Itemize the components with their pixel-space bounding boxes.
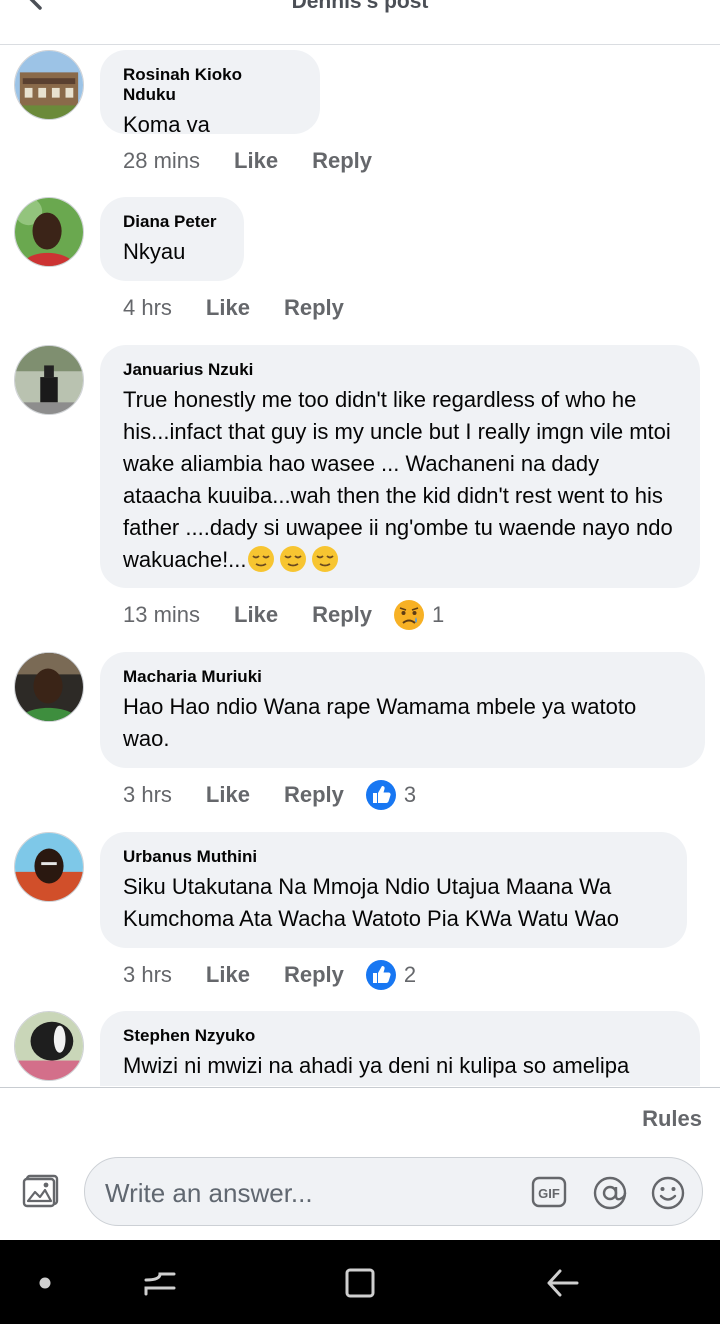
like-button[interactable]: Like xyxy=(206,295,250,321)
reply-button[interactable]: Reply xyxy=(284,782,344,808)
reaction-summary[interactable]: 3 xyxy=(364,778,416,812)
comment-text: Mwizi ni mwizi na ahadi ya deni ni kulip… xyxy=(123,1053,630,1078)
relieved-face-icon xyxy=(311,546,343,572)
svg-text:GIF: GIF xyxy=(538,1186,560,1201)
comment-author[interactable]: Stephen Nzyuko xyxy=(123,1026,678,1046)
comment-author[interactable]: Urbanus Muthini xyxy=(123,847,665,867)
home-icon[interactable] xyxy=(344,1267,376,1299)
reply-button[interactable]: Reply xyxy=(312,148,372,174)
reaction-count: 1 xyxy=(432,602,445,627)
comment-author[interactable]: Januarius Nzuki xyxy=(123,360,678,380)
comment-bubble[interactable]: Urbanus Muthini Siku Utakutana Na Mmoja … xyxy=(100,832,687,948)
reaction-count: 2 xyxy=(403,962,417,987)
comment-text: Nkyau xyxy=(123,239,186,264)
comment-time[interactable]: 3 hrs xyxy=(123,962,172,988)
comment-actions: 13 mins Like Reply 1 xyxy=(123,598,444,632)
avatar[interactable] xyxy=(14,832,84,902)
reply-button[interactable]: Reply xyxy=(312,602,372,628)
comment-bubble[interactable]: Macharia Muriuki Hao Hao ndio Wana rape … xyxy=(100,652,705,768)
comment-text: Hao Hao ndio Wana rape Wamama mbele ya w… xyxy=(123,694,637,751)
avatar[interactable] xyxy=(14,1011,84,1081)
gif-icon[interactable]: GIF xyxy=(531,1175,567,1209)
avatar[interactable] xyxy=(14,652,84,722)
thumbs-up-icon xyxy=(365,960,396,990)
nav-dot-icon[interactable] xyxy=(38,1276,52,1290)
avatar[interactable] xyxy=(14,197,84,267)
reaction-summary[interactable]: 2 xyxy=(364,958,416,992)
reply-button[interactable]: Reply xyxy=(284,295,344,321)
comment-bubble[interactable]: Diana Peter Nkyau xyxy=(100,197,244,281)
recent-apps-icon[interactable] xyxy=(144,1266,176,1300)
comment-author[interactable]: Rosinah Kioko Nduku xyxy=(123,65,298,105)
avatar[interactable] xyxy=(14,345,84,415)
comment-time[interactable]: 4 hrs xyxy=(123,295,172,321)
comment-text: Siku Utakutana Na Mmoja Ndio Utajua Maan… xyxy=(123,874,619,931)
like-button[interactable]: Like xyxy=(206,962,250,988)
comment-text: Koma va xyxy=(123,112,210,137)
comment-time[interactable]: 3 hrs xyxy=(123,782,172,808)
emoji-icon[interactable] xyxy=(650,1175,686,1211)
top-bar: Dennis's post xyxy=(0,0,720,45)
comment-bubble[interactable]: Stephen Nzyuko Mwizi ni mwizi na ahadi y… xyxy=(100,1011,700,1086)
comment-bubble[interactable]: Rosinah Kioko Nduku Koma va xyxy=(100,50,320,137)
photo-icon[interactable] xyxy=(22,1174,60,1208)
rules-link[interactable]: Rules xyxy=(642,1106,702,1132)
comment-time[interactable]: 28 mins xyxy=(123,148,200,174)
comment-actions: 4 hrs Like Reply xyxy=(123,291,378,325)
comment-text-body: True honestly me too didn't like regardl… xyxy=(123,387,673,572)
comment-list[interactable]: Rosinah Kioko Nduku Koma va 28 mins Like… xyxy=(0,45,720,1086)
comment-bubble[interactable]: Januarius Nzuki True honestly me too did… xyxy=(100,345,700,588)
back-icon[interactable] xyxy=(545,1267,579,1299)
relieved-face-icon xyxy=(279,546,311,572)
page-title: Dennis's post xyxy=(291,0,429,13)
composer-bar: Rules GIF xyxy=(0,1087,720,1241)
avatar[interactable] xyxy=(14,50,84,120)
comment-time[interactable]: 13 mins xyxy=(123,602,200,628)
thumbs-up-icon xyxy=(365,780,396,810)
comment-author[interactable]: Macharia Muriuki xyxy=(123,667,683,687)
like-button[interactable]: Like xyxy=(206,782,250,808)
reaction-count: 3 xyxy=(403,782,417,807)
sad-face-icon xyxy=(394,600,424,630)
like-button[interactable]: Like xyxy=(234,602,278,628)
comment-actions: 3 hrs Like Reply 2 xyxy=(123,958,416,992)
relieved-face-icon xyxy=(247,546,279,572)
comment-text: True honestly me too didn't like regardl… xyxy=(123,384,678,576)
comment-actions: 28 mins Like Reply xyxy=(123,144,406,178)
reaction-summary[interactable]: 1 xyxy=(392,598,444,632)
mention-icon[interactable] xyxy=(592,1175,628,1211)
comment-author[interactable]: Diana Peter xyxy=(123,212,222,232)
comment-actions: 3 hrs Like Reply 3 xyxy=(123,778,416,812)
reply-button[interactable]: Reply xyxy=(284,962,344,988)
comment-input-box[interactable]: GIF xyxy=(84,1157,703,1226)
system-navigation-bar xyxy=(0,1240,720,1324)
comment-input[interactable] xyxy=(103,1172,507,1214)
like-button[interactable]: Like xyxy=(234,148,278,174)
